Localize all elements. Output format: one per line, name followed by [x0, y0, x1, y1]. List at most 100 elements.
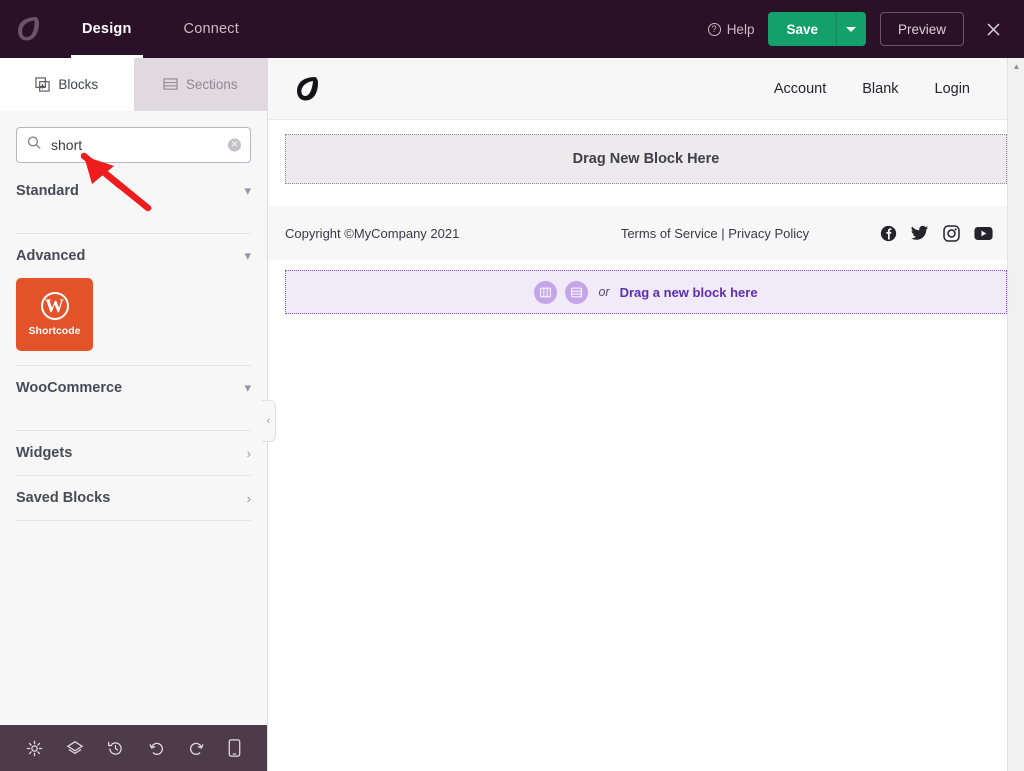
footer-link-privacy[interactable]: Privacy Policy [728, 226, 809, 241]
footer-link-terms[interactable]: Terms of Service [621, 226, 718, 241]
section-saved-blocks: Saved Blocks › [16, 476, 251, 521]
section-woocommerce-header[interactable]: WooCommerce ▾ [16, 366, 251, 410]
new-block-row-container: or Drag a new block here [268, 260, 1024, 314]
block-tile-shortcode[interactable]: W Shortcode [16, 278, 93, 351]
section-advanced-header[interactable]: Advanced ▾ [16, 234, 251, 278]
undo-icon[interactable] [148, 740, 165, 757]
columns-icon[interactable] [534, 280, 558, 304]
footer-social-icons [880, 224, 1007, 242]
tab-sections[interactable]: Sections [133, 58, 267, 111]
tab-sections-label: Sections [185, 77, 238, 92]
instagram-icon[interactable] [943, 224, 960, 242]
panel-tabs: Blocks Sections [0, 58, 267, 111]
top-nav: Design Connect [56, 0, 265, 58]
blocks-panel: Blocks Sections ✕ [0, 58, 268, 771]
close-button[interactable] [978, 12, 1008, 46]
help-button[interactable]: ? Help [707, 21, 755, 37]
or-label: or [598, 285, 610, 299]
tab-connect[interactable]: Connect [158, 0, 265, 58]
section-standard-label: Standard [16, 183, 79, 199]
site-nav-account[interactable]: Account [774, 81, 826, 97]
search-icon [27, 136, 41, 155]
redo-icon[interactable] [188, 740, 205, 757]
site-header: Account Blank Login [268, 58, 1024, 120]
drag-a-new-block-here-label[interactable]: Drag a new block here [620, 285, 758, 300]
section-widgets: Widgets › [16, 431, 251, 476]
clear-circle-icon[interactable]: ✕ [228, 138, 241, 152]
wordpress-icon: W [40, 292, 69, 320]
preview-button[interactable]: Preview [879, 12, 964, 46]
panel-collapse-handle[interactable]: ‹ [262, 400, 276, 442]
new-block-dropzone[interactable]: or Drag a new block here [285, 270, 1007, 314]
footer-links: Terms of Service | Privacy Policy [550, 226, 880, 241]
top-bar-actions: ? Help Save Preview [707, 12, 1024, 46]
caret-down-icon [846, 26, 857, 32]
facebook-icon[interactable] [880, 225, 897, 242]
history-icon[interactable] [107, 740, 124, 757]
section-woocommerce: WooCommerce ▾ [16, 366, 251, 431]
gear-icon[interactable] [26, 740, 43, 757]
section-widgets-label: Widgets [16, 445, 73, 461]
layers-icon[interactable] [66, 740, 84, 757]
tab-blocks[interactable]: Blocks [0, 58, 134, 111]
leaf-logo-icon [18, 17, 39, 41]
chevron-down-icon: ▾ [244, 380, 251, 395]
question-circle-icon: ? [707, 22, 721, 36]
site-footer: Copyright ©MyCompany 2021 Terms of Servi… [268, 206, 1024, 260]
block-tile-shortcode-label: Shortcode [28, 325, 81, 337]
panel-spacer [0, 521, 267, 725]
section-saved-blocks-label: Saved Blocks [16, 490, 111, 506]
sections-rows-icon [163, 78, 178, 90]
page-canvas: Account Blank Login Drag New Block Here … [268, 58, 1024, 771]
save-dropdown-button[interactable] [835, 12, 866, 46]
section-standard-body [16, 213, 251, 233]
twitter-icon[interactable] [911, 225, 929, 242]
search-box[interactable]: ✕ [16, 127, 251, 163]
canvas-scrollbar[interactable]: ▲ [1007, 58, 1024, 771]
section-advanced-label: Advanced [16, 248, 86, 264]
rows-icon[interactable] [565, 280, 589, 304]
site-nav-login[interactable]: Login [935, 81, 970, 97]
scroll-up-arrow-icon[interactable]: ▲ [1008, 58, 1024, 75]
panel-footer-toolbar [0, 725, 267, 771]
tab-blocks-label: Blocks [58, 77, 99, 92]
mobile-icon[interactable] [228, 739, 241, 757]
save-button-group: Save [768, 12, 866, 46]
chevron-right-icon: › [246, 490, 251, 506]
footer-copyright: Copyright ©MyCompany 2021 [285, 225, 460, 241]
scrollbar-thumb[interactable] [1010, 75, 1023, 305]
search-container: ✕ [0, 111, 267, 169]
dropzone-container: Drag New Block Here [268, 120, 1024, 184]
section-standard-header[interactable]: Standard ▾ [16, 169, 251, 213]
drag-new-block-dropzone[interactable]: Drag New Block Here [285, 134, 1007, 184]
blocks-grid-icon [35, 77, 50, 92]
site-nav: Account Blank Login [774, 81, 998, 97]
save-button[interactable]: Save [768, 12, 836, 46]
brand-logo[interactable] [0, 0, 56, 58]
top-bar: Design Connect ? Help Save Preview [0, 0, 1024, 58]
section-woocommerce-label: WooCommerce [16, 380, 123, 396]
close-icon [987, 23, 999, 35]
section-advanced: Advanced ▾ W Shortcode [16, 234, 251, 366]
site-nav-blank[interactable]: Blank [862, 81, 898, 97]
chevron-left-icon: ‹ [266, 415, 271, 427]
section-standard: Standard ▾ [16, 169, 251, 234]
youtube-icon[interactable] [974, 226, 993, 241]
search-input[interactable] [49, 136, 220, 154]
tab-connect-label: Connect [183, 21, 239, 37]
footer-links-separator: | [721, 225, 725, 241]
drag-new-block-label: Drag New Block Here [572, 151, 720, 167]
tab-design-label: Design [82, 21, 132, 37]
page-builder-app: Design Connect ? Help Save Preview Block… [0, 0, 1024, 771]
chevron-down-icon: ▾ [244, 248, 251, 263]
section-widgets-header[interactable]: Widgets › [16, 431, 251, 475]
preview-label: Preview [897, 21, 946, 37]
chevron-right-icon: › [246, 445, 251, 461]
section-saved-blocks-header[interactable]: Saved Blocks › [16, 476, 251, 520]
chevron-down-icon: ▾ [244, 183, 251, 198]
section-woocommerce-body [16, 410, 251, 430]
tab-design[interactable]: Design [56, 0, 158, 58]
help-label: Help [726, 21, 755, 37]
save-label: Save [786, 21, 818, 37]
leaf-logo-icon [297, 76, 318, 100]
